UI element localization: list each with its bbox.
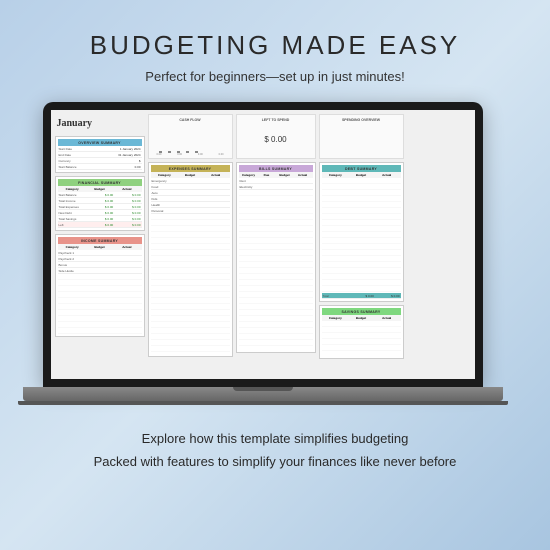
- label: Start Balance: [59, 165, 100, 169]
- hero-subtitle: Perfect for beginners—set up in just min…: [145, 69, 404, 84]
- col: Actual: [203, 173, 229, 177]
- screen-bezel: January OVERVIEW SUMMARY Start Date1 Jan…: [43, 102, 483, 387]
- col: Actual: [113, 187, 140, 191]
- value: $ 0.00: [86, 205, 113, 209]
- col: Budget: [348, 316, 374, 320]
- col: Category: [323, 316, 349, 320]
- label: Electricity: [240, 185, 258, 189]
- label: Rent: [240, 179, 258, 183]
- income-panel: INCOME SUMMARY CategoryBudgetActual Payc…: [55, 234, 145, 337]
- label: Health: [152, 203, 178, 207]
- col: Category: [59, 187, 86, 191]
- col: Budget: [86, 245, 113, 249]
- value: $ 0.00: [113, 199, 140, 203]
- col: Actual: [374, 173, 400, 177]
- axis: 0.00: [219, 153, 224, 156]
- spreadsheet-screen: January OVERVIEW SUMMARY Start Date1 Jan…: [51, 110, 475, 379]
- value: $ 0.00: [348, 294, 374, 298]
- value: 1 January 2024: [100, 147, 141, 151]
- value: $ 0.00: [86, 217, 113, 221]
- col: Due: [258, 173, 276, 177]
- col: Budget: [276, 173, 294, 177]
- spending-chart: SPENDING OVERVIEW: [319, 114, 404, 159]
- value: $ 0.00: [113, 205, 140, 209]
- footer-line1: Explore how this template simplifies bud…: [94, 427, 457, 450]
- laptop-foot: [18, 401, 508, 405]
- col: Budget: [177, 173, 203, 177]
- label: Bonus: [59, 263, 86, 267]
- col: Category: [240, 173, 258, 177]
- label: Auto: [152, 191, 178, 195]
- laptop-base: [23, 387, 503, 401]
- value: 0.00: [100, 165, 141, 169]
- label: Kids: [152, 197, 178, 201]
- label: Total: [323, 294, 349, 298]
- label: Start Date: [59, 147, 100, 151]
- col: Budget: [348, 173, 374, 177]
- col: Category: [152, 173, 178, 177]
- financial-header: FINANCIAL SUMMARY: [58, 179, 142, 186]
- footer: Explore how this template simplifies bud…: [94, 427, 457, 474]
- debt-header: DEBT SUMMARY: [322, 165, 401, 172]
- footer-line2: Packed with features to simplify your fi…: [94, 450, 457, 473]
- savings-panel: SAVINGS SUMMARY CategoryBudgetActual: [319, 305, 404, 359]
- axis: 0.00: [157, 153, 162, 156]
- col: Actual: [294, 173, 312, 177]
- overview-header: OVERVIEW SUMMARY: [58, 139, 142, 146]
- overview-panel: OVERVIEW SUMMARY Start Date1 January 202…: [55, 136, 145, 173]
- label: Left: [59, 223, 86, 227]
- savings-header: SAVINGS SUMMARY: [322, 308, 401, 315]
- financial-panel: FINANCIAL SUMMARY CategoryBudgetActual S…: [55, 176, 145, 231]
- big-value: $ 0.00: [239, 123, 313, 156]
- label: Total Income: [59, 199, 86, 203]
- value: $ 0.00: [113, 193, 140, 197]
- income-header: INCOME SUMMARY: [58, 237, 142, 244]
- month-title: January: [55, 114, 145, 133]
- label: Total Savings: [59, 217, 86, 221]
- debt-panel: DEBT SUMMARY CategoryBudgetActual Total$…: [319, 162, 404, 302]
- label: Total Expenses: [59, 205, 86, 209]
- value: $ 0.00: [374, 294, 400, 298]
- label: New Debt: [59, 211, 86, 215]
- label: End Date: [59, 153, 100, 157]
- lefttospend-panel: LEFT TO SPEND $ 0.00: [236, 114, 316, 159]
- bills-header: BILLS SUMMARY: [239, 165, 313, 172]
- value: $: [100, 159, 141, 163]
- label: Side Hustle: [59, 269, 86, 273]
- axis: 0.00: [177, 153, 182, 156]
- hero-title: BUDGETING MADE EASY: [90, 30, 461, 61]
- col: Actual: [113, 245, 140, 249]
- label: Currency: [59, 159, 100, 163]
- label: Paycheck 1: [59, 251, 86, 255]
- label: Paycheck 2: [59, 257, 86, 261]
- col: Category: [323, 173, 349, 177]
- value: $ 0.00: [113, 223, 140, 227]
- cashflow-chart: CASH FLOW 0.000.000.000.00: [148, 114, 233, 159]
- chart-title: SPENDING OVERVIEW: [322, 117, 401, 123]
- laptop-mockup: January OVERVIEW SUMMARY Start Date1 Jan…: [43, 102, 508, 405]
- value: $ 0.00: [113, 211, 140, 215]
- bills-panel: BILLS SUMMARY CategoryDueBudgetActual Re…: [236, 162, 316, 353]
- value: $ 0.00: [86, 211, 113, 215]
- value: $ 0.00: [86, 193, 113, 197]
- label: Food: [152, 185, 178, 189]
- value: $ 0.00: [86, 223, 113, 227]
- value: $ 0.00: [86, 199, 113, 203]
- expenses-panel: EXPENSES SUMMARY CategoryBudgetActual Em…: [148, 162, 233, 357]
- col: Budget: [86, 187, 113, 191]
- label: Emergency: [152, 179, 178, 183]
- axis: 0.00: [198, 153, 203, 156]
- col: Category: [59, 245, 86, 249]
- expenses-header: EXPENSES SUMMARY: [151, 165, 230, 172]
- value: $ 0.00: [113, 217, 140, 221]
- col: Actual: [374, 316, 400, 320]
- label: Start Balance: [59, 193, 86, 197]
- label: Personal: [152, 209, 178, 213]
- value: 31 January 2024: [100, 153, 141, 157]
